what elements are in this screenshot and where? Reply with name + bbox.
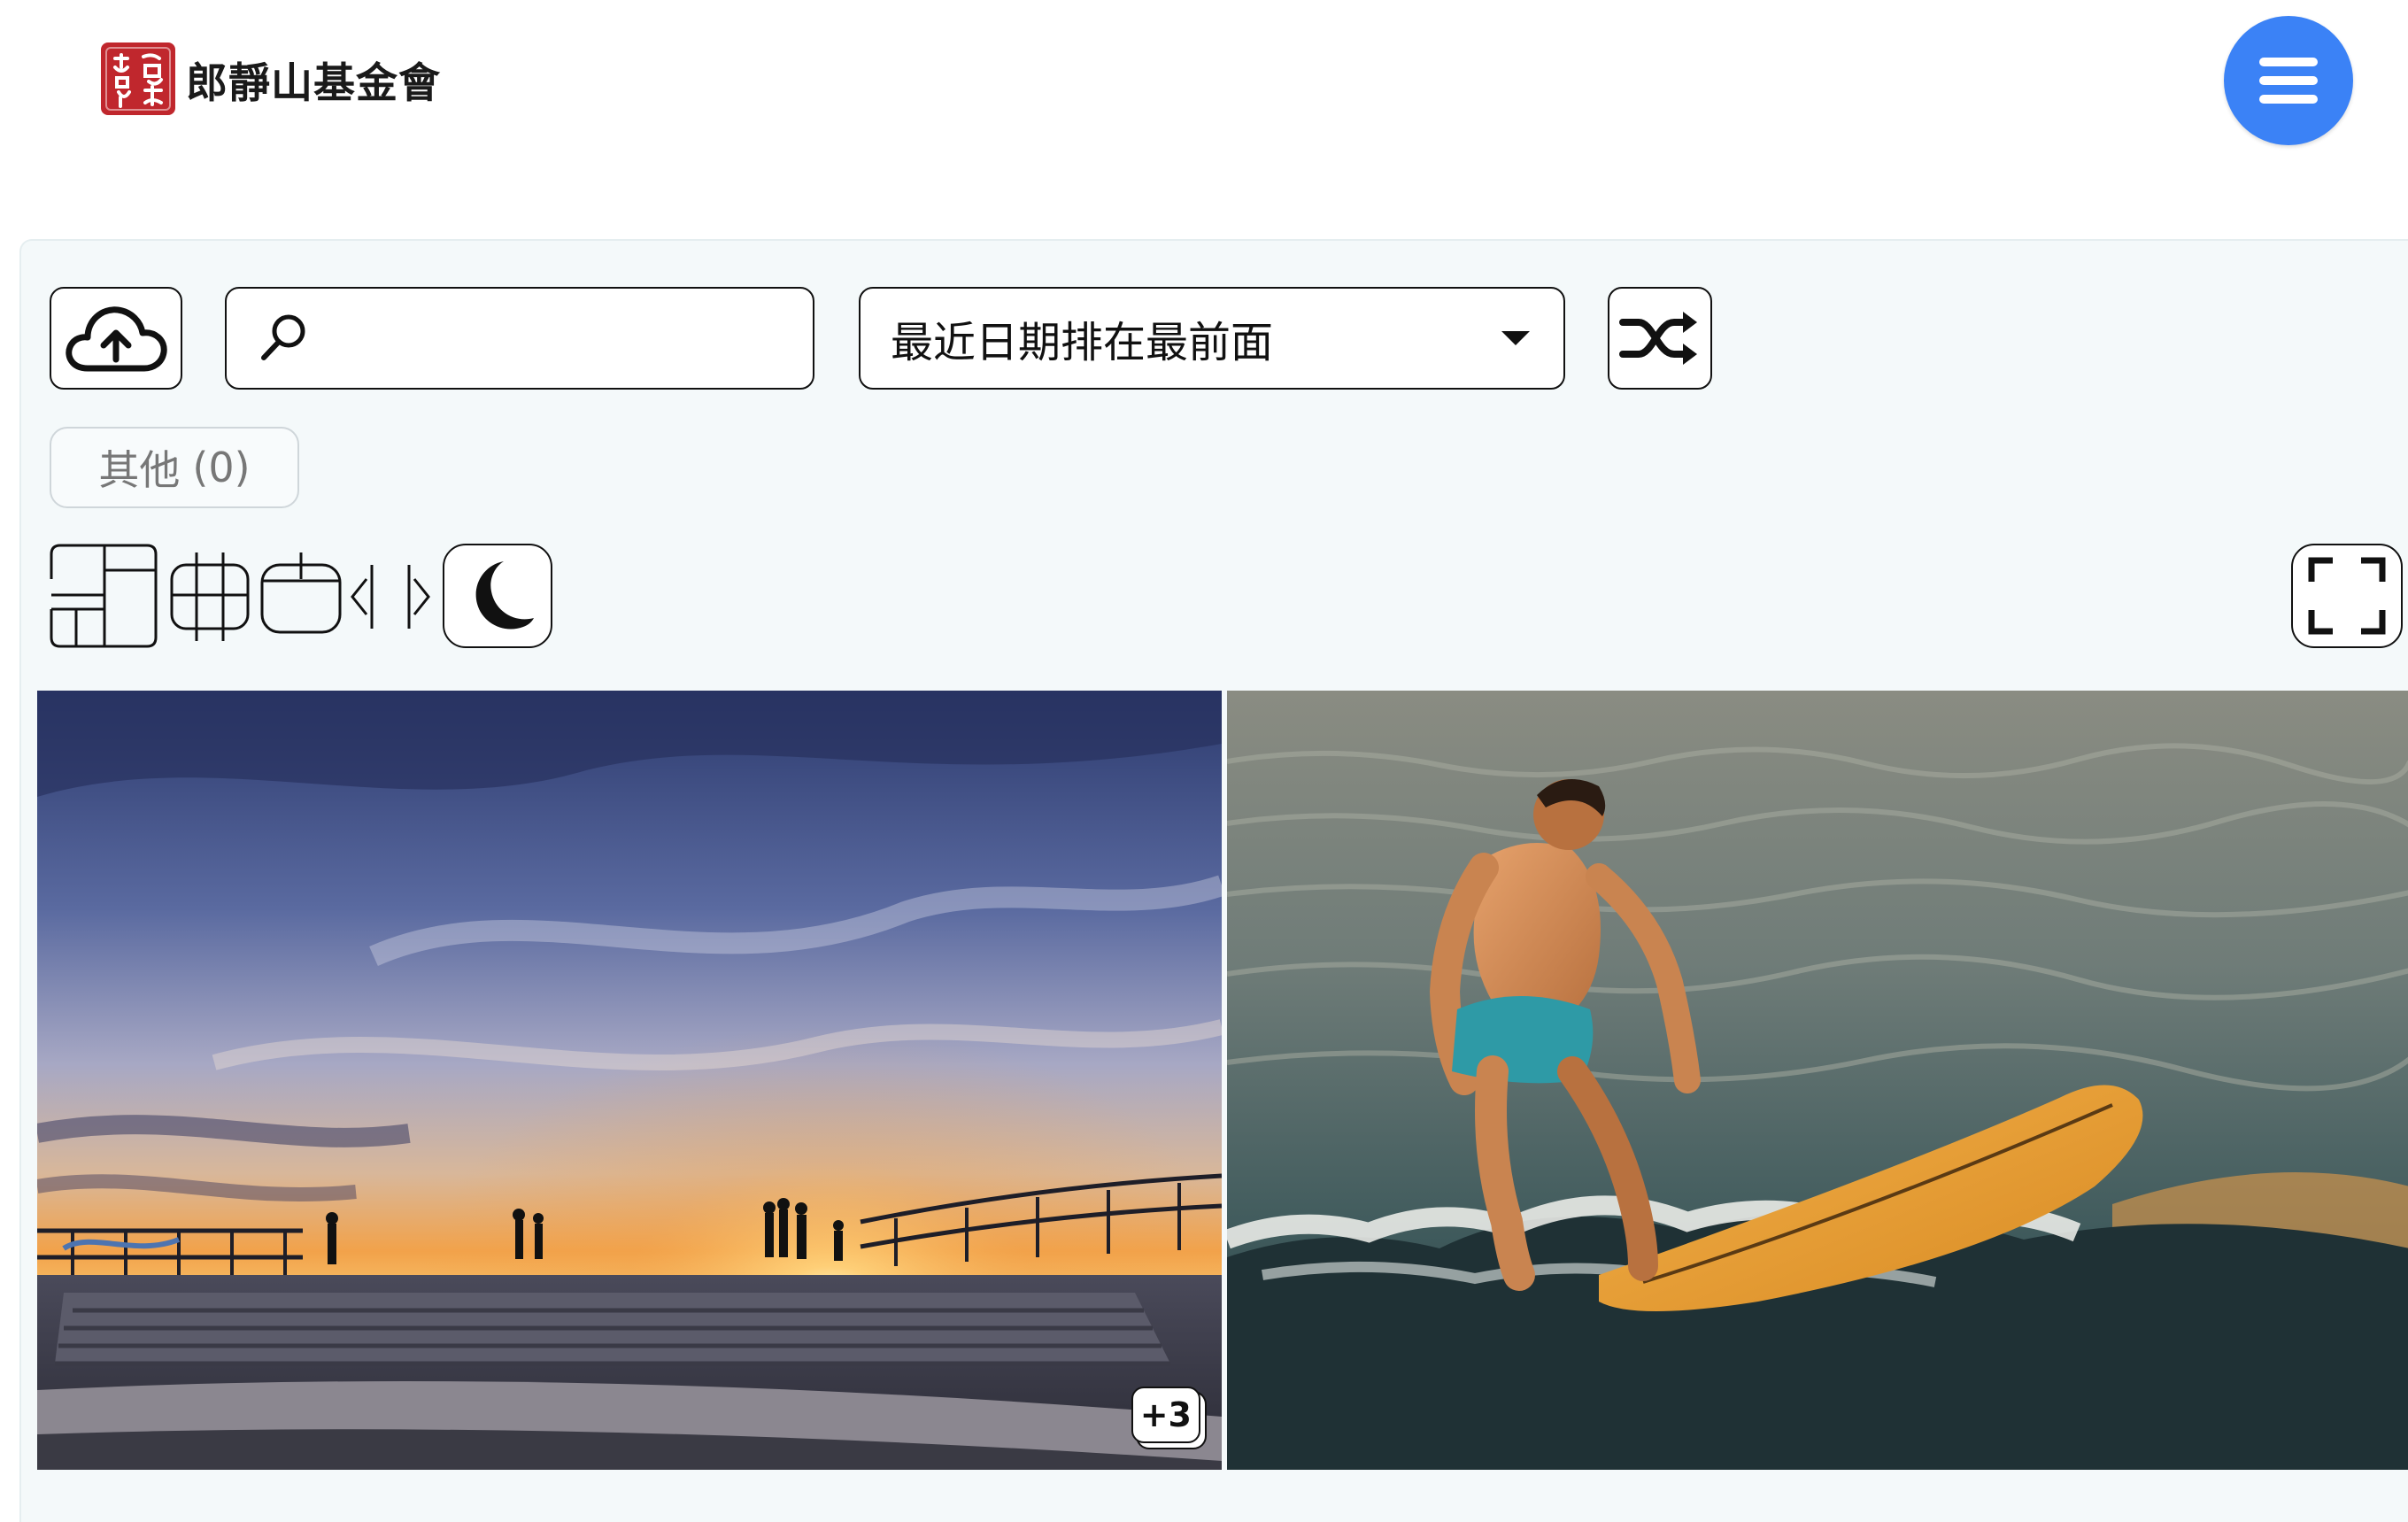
fullscreen-icon: [2308, 557, 2386, 635]
sort-select[interactable]: 最近日期排在最前面: [859, 287, 1565, 390]
search-input[interactable]: [324, 302, 813, 375]
search-box[interactable]: [225, 287, 814, 390]
sort-selected-value: 最近日期排在最前面: [891, 318, 1274, 367]
size-decrease-button[interactable]: [349, 544, 377, 648]
gallery-panel: 最近日期排在最前面 其他 (0) +3: [19, 239, 2408, 1522]
layout-masonry-button[interactable]: [50, 544, 158, 648]
layout-masonry-icon: [50, 544, 158, 648]
layout-grid-button[interactable]: [170, 544, 250, 648]
size-increase-icon: [407, 565, 430, 629]
photo-image: [37, 691, 1222, 1470]
gallery-photo-surfer[interactable]: [1227, 691, 2408, 1470]
menu-button[interactable]: [2224, 16, 2353, 145]
upload-button[interactable]: [50, 287, 182, 390]
moon-icon: [475, 561, 534, 630]
shuffle-icon: [1619, 312, 1697, 365]
more-photos-badge[interactable]: +3: [1131, 1387, 1200, 1443]
gallery-photo-sunset[interactable]: +3: [37, 691, 1222, 1470]
cloud-upload-icon: [66, 306, 167, 372]
seal-logo-icon: [101, 42, 175, 115]
tag-chip-other[interactable]: 其他 (0): [50, 427, 299, 508]
fullscreen-button[interactable]: [2291, 544, 2403, 648]
layout-columns-button[interactable]: [260, 544, 342, 648]
size-increase-button[interactable]: [404, 544, 432, 648]
photo-image: [1227, 691, 2408, 1470]
tag-count: (0): [192, 444, 251, 491]
brand-name: 郎靜山基金會: [186, 58, 441, 108]
layout-grid-icon: [170, 552, 250, 641]
chevron-down-icon: [1501, 331, 1530, 345]
size-decrease-icon: [351, 565, 374, 629]
site-header: 郎靜山基金會: [0, 0, 2408, 239]
site-logo[interactable]: 郎靜山基金會: [99, 39, 441, 119]
layout-columns-icon: [260, 552, 342, 634]
hamburger-icon: [2259, 58, 2318, 104]
shuffle-button[interactable]: [1608, 287, 1712, 390]
search-icon: [261, 314, 305, 360]
tag-label: 其他: [98, 446, 181, 494]
dark-mode-toggle[interactable]: [443, 544, 552, 648]
